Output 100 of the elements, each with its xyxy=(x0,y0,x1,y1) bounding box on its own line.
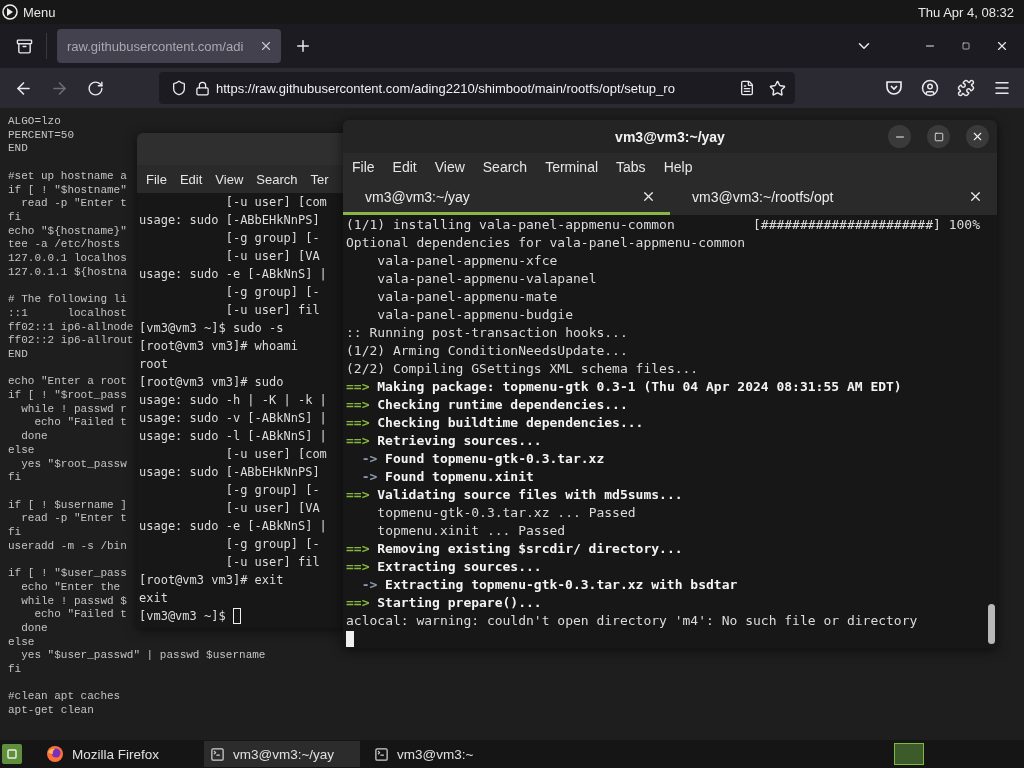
menu-label[interactable]: Menu xyxy=(23,4,56,20)
menu-item[interactable]: View xyxy=(215,171,244,187)
terminal-line: [-g group] [- xyxy=(224,230,320,247)
terminal-line: Validating source files with md5sums... xyxy=(377,486,683,504)
text-cursor xyxy=(232,608,241,624)
maximize-button[interactable] xyxy=(927,125,950,148)
minimize-button[interactable] xyxy=(888,125,911,148)
browser-tab[interactable]: raw.githubusercontent.com/adi xyxy=(57,29,281,63)
taskbar-item[interactable]: vm3@vm3:~ xyxy=(368,741,524,767)
bookmark-star-icon[interactable] xyxy=(768,79,786,97)
code-line: echo "${hostname}" xyxy=(8,224,127,239)
terminal-line: Checking runtime dependencies... xyxy=(377,396,628,414)
account-icon[interactable] xyxy=(921,79,939,97)
close-button[interactable] xyxy=(966,125,989,148)
terminal-line: [root@vm3 vm3]# sudo xyxy=(139,374,284,391)
terminal-line: vala-panel-appmenu-budgie xyxy=(376,306,573,324)
code-line: if [ ! "$hostname" xyxy=(8,183,127,198)
window-title: vm3@vm3:~/yay xyxy=(615,128,725,145)
reload-icon[interactable] xyxy=(86,79,104,97)
workspace-pager[interactable] xyxy=(894,743,924,765)
terminal-line: Removing existing $srcdir/ directory... xyxy=(377,540,683,558)
arrow-marker: ==> xyxy=(346,558,370,576)
terminal-line: usage: sudo -e [-ABkNnS] | xyxy=(139,266,327,283)
terminal-line: usage: sudo [-ABbEHkNnPS] xyxy=(139,464,320,481)
code-line: # The following li xyxy=(8,293,127,307)
code-line: ::1 localhost xyxy=(8,306,127,321)
menu-item[interactable]: Ter xyxy=(310,171,329,187)
start-button[interactable] xyxy=(2,744,22,764)
menu-item[interactable]: Tabs xyxy=(616,159,646,175)
terminal-line: vala-panel-appmenu-xfce xyxy=(376,252,558,270)
terminal-line: :: Running post-transaction hooks... xyxy=(346,324,628,342)
arrow-marker: -> xyxy=(361,468,378,486)
menu-item[interactable]: File xyxy=(352,159,375,175)
terminal-line: [-u user] [com xyxy=(224,194,327,211)
menu-item[interactable]: Search xyxy=(256,171,298,187)
code-line: yes "$user_passwd" | passwd $username xyxy=(20,649,266,664)
terminal-line: [-g group] [- xyxy=(224,536,320,553)
code-line: while ! passwd r xyxy=(20,402,127,417)
terminal-line: [-g group] [- xyxy=(224,284,320,301)
terminal-line: (1/2) Arming ConditionNeedsUpdate... xyxy=(346,342,628,360)
terminal-line: vala-panel-appmenu-mate xyxy=(376,288,558,306)
menu-logo-icon[interactable] xyxy=(2,4,18,20)
arrow-marker: ==> xyxy=(346,414,370,432)
terminal-line: usage: sudo -h | -K | -k | xyxy=(139,392,327,409)
code-line: tee -a /etc/hosts xyxy=(8,238,121,252)
firefox-view-icon[interactable] xyxy=(15,37,33,55)
arrow-marker: -> xyxy=(361,576,378,594)
maximize-icon[interactable] xyxy=(962,42,970,50)
clock: Thu Apr 4, 08:32 xyxy=(917,4,1014,20)
menu-item[interactable]: Edit xyxy=(179,171,203,187)
code-line: fi xyxy=(8,471,22,485)
new-tab-icon[interactable] xyxy=(294,37,312,55)
terminal-line: vala-panel-appmenu-valapanel xyxy=(376,270,597,288)
menu-icon[interactable] xyxy=(993,79,1011,97)
terminal-line: Checking buildtime dependencies... xyxy=(377,414,644,432)
menu-item[interactable]: Terminal xyxy=(545,159,599,175)
taskbar-item[interactable]: vm3@vm3:~/yay xyxy=(204,741,360,767)
url-field[interactable]: https://raw.githubusercontent.com/ading2210/shimboot/main/rootfs/opt/setup_ro xyxy=(159,72,795,104)
terminal-line: usage: sudo [-ABbEHkNnPS] xyxy=(139,212,320,229)
terminal-line: [-u user] [VA xyxy=(224,248,320,265)
code-line: done xyxy=(20,621,48,636)
code-line: fi xyxy=(8,526,22,540)
code-line: fi xyxy=(8,210,22,225)
code-line: yes "$root_passw xyxy=(20,457,127,472)
close-icon[interactable] xyxy=(995,39,1009,53)
text-cursor xyxy=(346,631,354,647)
tab-title: raw.githubusercontent.com/adi xyxy=(67,38,245,54)
lock-icon[interactable] xyxy=(195,80,210,96)
close-icon[interactable] xyxy=(968,189,983,204)
code-line: #clean apt caches xyxy=(8,690,121,705)
terminal-line: Extracting sources... xyxy=(377,558,542,576)
code-line: END xyxy=(8,347,28,362)
extensions-icon[interactable] xyxy=(957,79,975,97)
terminal-line: Starting prepare()... xyxy=(377,594,542,612)
close-icon[interactable] xyxy=(641,189,656,204)
code-line: else xyxy=(8,443,35,458)
taskbar-item[interactable]: Mozilla Firefox xyxy=(40,741,196,767)
scrollbar-thumb[interactable] xyxy=(987,604,995,644)
arrow-marker: -> xyxy=(361,450,378,468)
reader-view-icon[interactable] xyxy=(739,80,755,96)
pocket-icon[interactable] xyxy=(885,79,903,97)
terminal-line: topmenu-gtk-0.3.tar.xz ... Passed xyxy=(376,504,636,522)
terminal-line: Retrieving sources... xyxy=(377,432,542,450)
code-line: 127.0.0.1 localhos xyxy=(8,252,127,266)
menu-item[interactable]: File xyxy=(146,171,167,187)
arrow-marker: ==> xyxy=(346,594,370,612)
menu-item[interactable]: View xyxy=(434,159,465,175)
terminal-tab[interactable]: vm3@vm3:~/rootfs/opt xyxy=(670,181,997,215)
menu-item[interactable]: Help xyxy=(663,159,693,175)
arrow-marker: ==> xyxy=(346,396,370,414)
code-line: echo "Enter the xyxy=(20,580,121,595)
code-line: 127.0.1.1 ${hostna xyxy=(8,265,127,280)
code-line: apt-get clean xyxy=(8,704,94,718)
menu-item[interactable]: Search xyxy=(482,159,528,175)
code-line: if [ ! "$user_pass xyxy=(8,567,127,581)
close-icon[interactable] xyxy=(259,39,273,53)
menu-item[interactable]: Edit xyxy=(392,159,417,175)
shield-icon[interactable] xyxy=(171,80,187,96)
code-line: ff02::2 ip6-allrout xyxy=(8,334,134,348)
terminal-line: Found topmenu-gtk-0.3.tar.xz xyxy=(385,450,605,468)
